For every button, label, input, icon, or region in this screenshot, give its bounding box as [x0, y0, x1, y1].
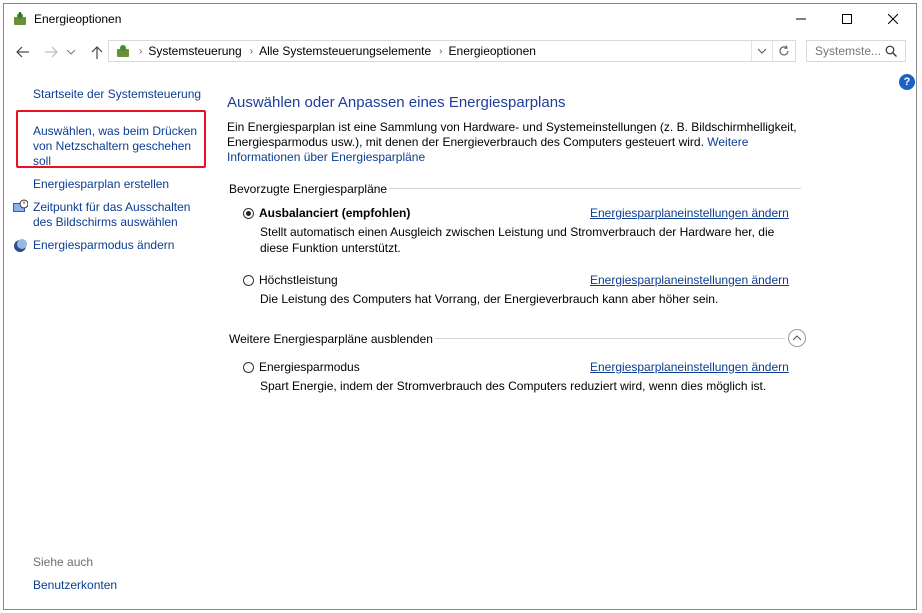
sidebar-item-energiesparmodus[interactable]: Energiesparmodus ändern — [33, 238, 174, 253]
maximize-button[interactable] — [824, 4, 870, 34]
radio-hoechstleistung[interactable] — [243, 275, 254, 286]
sidebar-item-bildschirm-ausschalten[interactable]: Zeitpunkt für das Ausschalten des Bildsc… — [33, 200, 203, 230]
radio-ausbalanciert[interactable] — [243, 208, 254, 219]
window: Energieoptionen › Systemsteuerung › Alle… — [3, 3, 917, 610]
plan-desc-energiesparmodus: Spart Energie, indem der Stromverbrauch … — [260, 379, 767, 393]
refresh-button[interactable] — [773, 45, 795, 57]
hidden-plans-heading[interactable]: Weitere Energiesparpläne ausblenden — [229, 332, 433, 346]
breadcrumb-energieoptionen[interactable]: Energieoptionen — [449, 44, 536, 58]
address-bar[interactable]: › Systemsteuerung › Alle Systemsteuerung… — [108, 40, 796, 62]
breadcrumb-systemsteuerung[interactable]: Systemsteuerung — [148, 44, 241, 58]
sidebar-item-startseite[interactable]: Startseite der Systemsteuerung — [33, 87, 201, 102]
sidebar-item-energiesparplan-erstellen[interactable]: Energiesparplan erstellen — [33, 177, 169, 192]
plan-desc-ausbalanciert: Stellt automatisch einen Ausgleich zwisc… — [260, 225, 775, 255]
back-arrow-icon — [16, 46, 29, 58]
plan-settings-link-ausbalanciert[interactable]: Energiesparplaneinstellungen ändern — [590, 206, 789, 220]
chevron-up-icon — [793, 335, 801, 341]
window-title: Energieoptionen — [34, 12, 122, 26]
forward-button[interactable] — [40, 42, 62, 62]
separator-line — [435, 338, 785, 339]
search-input[interactable] — [813, 43, 885, 59]
recent-locations-button[interactable] — [64, 42, 78, 62]
breadcrumb-separator-icon: › — [439, 45, 443, 57]
forward-arrow-icon — [45, 46, 58, 58]
back-button[interactable] — [12, 42, 34, 62]
intro-text: Ein Energiesparplan ist eine Sammlung vo… — [227, 120, 797, 165]
breadcrumb-alle-elemente[interactable]: Alle Systemsteuerungselemente — [259, 44, 431, 58]
plan-name-ausbalanciert[interactable]: Ausbalanciert (empfohlen) — [259, 206, 410, 220]
plan-name-energiesparmodus[interactable]: Energiesparmodus — [259, 360, 360, 374]
address-dropdown-button[interactable] — [752, 48, 772, 54]
moon-icon — [14, 239, 27, 252]
plan-settings-link-energiesparmodus[interactable]: Energiesparplaneinstellungen ändern — [590, 360, 789, 374]
help-icon[interactable]: ? — [899, 74, 915, 90]
page-title: Auswählen oder Anpassen eines Energiespa… — [227, 94, 566, 111]
breadcrumb-separator-icon: › — [139, 45, 143, 57]
power-options-icon — [14, 12, 26, 25]
close-icon — [888, 14, 898, 24]
plan-name-hoechstleistung[interactable]: Höchstleistung — [259, 273, 338, 287]
close-button[interactable] — [870, 4, 916, 34]
minimize-button[interactable] — [778, 4, 824, 34]
separator-line — [389, 188, 801, 189]
maximize-icon — [842, 14, 852, 24]
see-also-heading: Siehe auch — [33, 555, 94, 569]
title-bar: Energieoptionen — [4, 4, 916, 34]
chevron-down-icon — [67, 49, 75, 55]
up-arrow-icon — [91, 46, 103, 59]
search-icon[interactable] — [885, 45, 897, 57]
control-panel-icon — [117, 45, 129, 57]
radio-energiesparmodus[interactable] — [243, 362, 254, 373]
breadcrumb-separator-icon: › — [249, 45, 254, 57]
address-bar-row: › Systemsteuerung › Alle Systemsteuerung… — [4, 38, 916, 66]
sidebar-item-netzschalter[interactable]: Auswählen, was beim Drücken von Netzscha… — [33, 124, 203, 169]
collapse-button[interactable] — [788, 329, 806, 347]
minimize-icon — [796, 18, 806, 20]
monitor-clock-icon — [13, 199, 28, 212]
sidebar-item-benutzerkonten[interactable]: Benutzerkonten — [33, 578, 117, 593]
plan-settings-link-hoechstleistung[interactable]: Energiesparplaneinstellungen ändern — [590, 273, 789, 287]
plan-desc-hoechstleistung: Die Leistung des Computers hat Vorrang, … — [260, 292, 719, 306]
refresh-icon — [779, 45, 789, 56]
sidebar: Startseite der Systemsteuerung Auswählen… — [4, 74, 219, 609]
search-box[interactable] — [806, 40, 906, 62]
preferred-plans-heading: Bevorzugte Energiesparpläne — [229, 182, 388, 196]
up-button[interactable] — [86, 42, 108, 62]
chevron-down-icon — [758, 48, 766, 54]
